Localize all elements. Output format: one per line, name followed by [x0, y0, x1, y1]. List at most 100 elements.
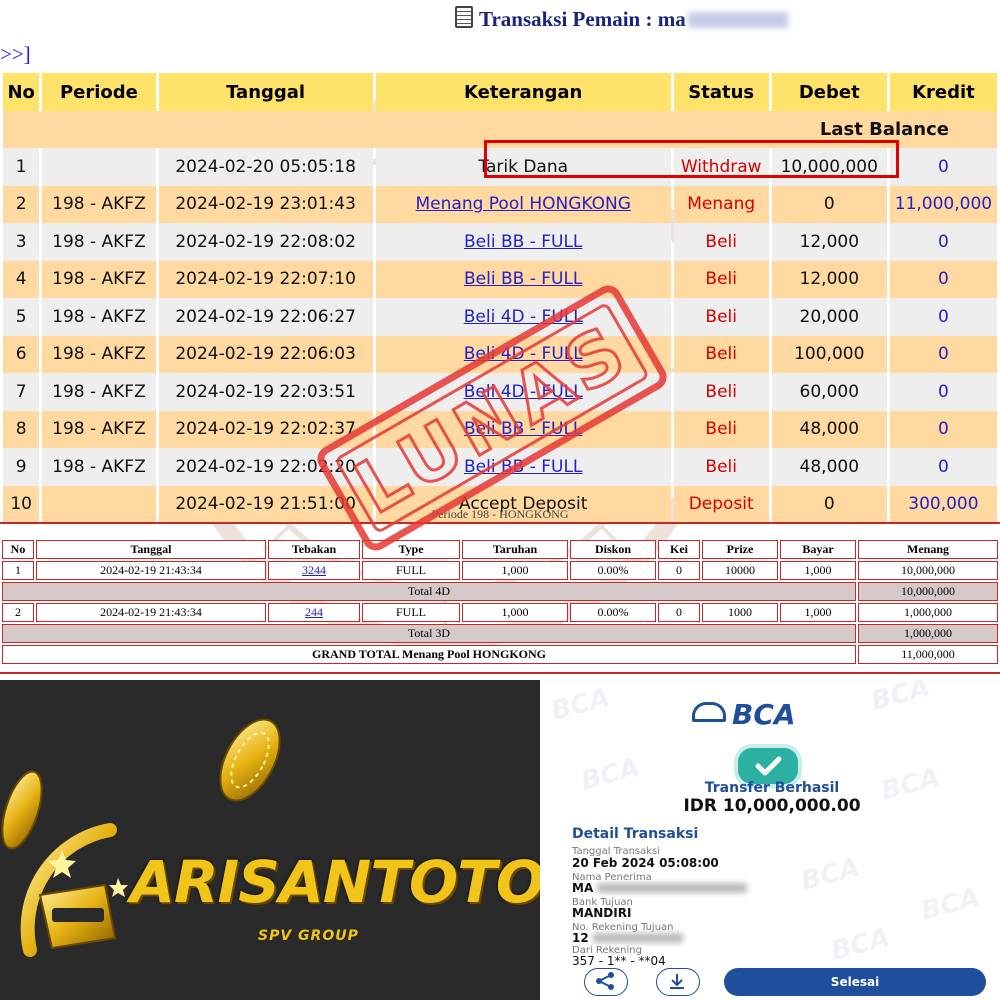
- transaction-cell-kredit: 0: [889, 148, 997, 186]
- transaction-description-link[interactable]: Beli 4D - FULL: [464, 307, 583, 327]
- transaction-cell-status: Menang: [673, 185, 769, 223]
- transaction-cell-keterangan[interactable]: Beli BB - FULL: [375, 223, 671, 261]
- transaction-cell-periode: 198 - AKFZ: [42, 298, 156, 336]
- col-status: Status: [673, 73, 769, 111]
- detail-cell-menang: 10,000,000: [858, 561, 998, 580]
- date-value: 20 Feb 2024 05:08:00: [572, 856, 719, 870]
- transaction-cell-periode: 198 - AKFZ: [42, 335, 156, 373]
- transaction-cell-keterangan[interactable]: Beli BB - FULL: [375, 448, 671, 486]
- detail-cell-kei: 0: [658, 561, 700, 580]
- transaction-cell-kredit: 0: [889, 298, 997, 336]
- transaction-cell-kredit: 0: [889, 335, 997, 373]
- transaction-description-link[interactable]: Beli BB - FULL: [464, 269, 582, 289]
- recipient-value: MA: [572, 881, 594, 895]
- detail-cell-type: FULL: [362, 561, 460, 580]
- detail-cell-tebakan[interactable]: 244: [268, 603, 360, 622]
- transaction-cell-keterangan[interactable]: Beli 4D - FULL: [375, 373, 671, 411]
- detail-col-tanggal: Tanggal: [36, 540, 266, 559]
- transfer-status: Transfer Berhasil: [704, 780, 840, 796]
- transaction-cell-periode: 198 - AKFZ: [42, 410, 156, 448]
- transaction-cell-keterangan[interactable]: Menang Pool HONGKONG: [375, 185, 671, 223]
- transaction-cell-keterangan[interactable]: Beli 4D - FULL: [375, 298, 671, 336]
- transaction-cell-no: 1: [3, 148, 40, 186]
- transaction-row: 9 198 - AKFZ 2024-02-19 22:02:20 Beli BB - …: [3, 448, 997, 486]
- transaction-cell-tanggal: 2024-02-19 22:02:20: [158, 448, 373, 486]
- transaction-row: 2 198 - AKFZ 2024-02-19 23:01:43 Menang Poo…: [3, 185, 997, 223]
- transaction-cell-no: 4: [3, 260, 40, 298]
- transaction-description-link[interactable]: Menang Pool HONGKONG: [416, 194, 631, 214]
- detail-cell-no: 1: [2, 561, 34, 580]
- transaction-cell-kredit: 0: [889, 260, 997, 298]
- transaction-cell-debet: 60,000: [771, 373, 887, 411]
- detail-cell-tanggal: 2024-02-19 21:43:34: [36, 561, 266, 580]
- col-tanggal: Tanggal: [158, 73, 373, 111]
- detail-col-bayar: Bayar: [780, 540, 856, 559]
- transaction-description-link[interactable]: Beli 4D - FULL: [464, 382, 583, 402]
- transaction-description-link[interactable]: Beli 4D - FULL: [464, 344, 583, 364]
- detail-col-type: Type: [362, 540, 460, 559]
- detail-total-row: Total 3D 1,000,000: [2, 624, 998, 643]
- transaction-cell-status: Withdraw: [673, 148, 769, 186]
- transaction-description-link[interactable]: Beli BB - FULL: [464, 457, 582, 477]
- col-keterangan: Keterangan: [375, 73, 671, 111]
- page-title: Transaksi Pemain : ma: [455, 6, 788, 32]
- detail-cell-tanggal: 2024-02-19 21:43:34: [36, 603, 266, 622]
- col-kredit: Kredit: [889, 73, 997, 111]
- transaction-cell-kredit: 0: [889, 223, 997, 261]
- detail-total-label: Total 3D: [2, 624, 856, 643]
- svg-text:BCA: BCA: [828, 923, 893, 967]
- bank-receipt-panel: BCA BCA BCA BCA BCA BCA BCA BCA Transfer…: [544, 680, 1000, 1000]
- recipient-value-wrap: MA: [572, 881, 748, 895]
- transaction-cell-tanggal: 2024-02-19 22:06:27: [158, 298, 373, 336]
- guess-number-link[interactable]: 244: [305, 605, 323, 619]
- download-button[interactable]: [656, 968, 700, 996]
- transaction-cell-tanggal: 2024-02-19 22:03:51: [158, 373, 373, 411]
- detail-col-menang: Menang: [858, 540, 998, 559]
- svg-text:BCA: BCA: [868, 680, 933, 717]
- period-caption: Periode 198 - HONGKONG: [431, 507, 569, 521]
- transaction-cell-periode: 198 - AKFZ: [42, 185, 156, 223]
- done-button[interactable]: Selesai: [724, 968, 986, 996]
- detail-cell-diskon: 0.00%: [570, 603, 656, 622]
- svg-text:BCA: BCA: [798, 853, 863, 897]
- transaction-panel: Transaksi Pemain : ma >>] No Periode Tan…: [0, 0, 1000, 680]
- detail-col-taruhan: Taruhan: [462, 540, 568, 559]
- next-page-link[interactable]: >>]: [0, 42, 31, 67]
- brand-name: ARISANTOTO: [130, 848, 540, 916]
- transaction-description-link[interactable]: Beli BB - FULL: [464, 232, 582, 252]
- transaction-row: 4 198 - AKFZ 2024-02-19 22:07:10 Beli BB - …: [3, 260, 997, 298]
- bank-value: MANDIRI: [572, 906, 632, 920]
- share-button[interactable]: [584, 968, 628, 996]
- transfer-amount: IDR 10,000,000.00: [683, 796, 861, 816]
- detail-col-kei: Kei: [658, 540, 700, 559]
- guess-number-link[interactable]: 3244: [302, 563, 326, 577]
- transaction-cell-keterangan: Tarik Dana: [375, 148, 671, 186]
- detail-col-prize: Prize: [702, 540, 778, 559]
- recipient-blur: [597, 883, 748, 893]
- transaction-cell-status: Beli: [673, 298, 769, 336]
- transaction-cell-debet: 12,000: [771, 223, 887, 261]
- transaction-header-row: No Periode Tanggal Keterangan Status Deb…: [3, 73, 997, 111]
- svg-text:BCA: BCA: [918, 883, 983, 927]
- brand-logo-panel: ARISANTOTO SPV GROUP: [0, 680, 540, 1000]
- share-icon: [596, 972, 614, 990]
- transaction-cell-no: 8: [3, 410, 40, 448]
- detail-panel: No Tanggal Tebakan Type Taruhan Diskon K…: [0, 522, 1000, 674]
- download-icon: [670, 974, 684, 989]
- detail-cell-diskon: 0.00%: [570, 561, 656, 580]
- transaction-cell-keterangan[interactable]: Beli 4D - FULL: [375, 335, 671, 373]
- transaction-cell-debet: 48,000: [771, 448, 887, 486]
- svg-text:BCA: BCA: [548, 683, 613, 727]
- transaction-description-link[interactable]: Beli BB - FULL: [464, 419, 582, 439]
- transaction-cell-keterangan[interactable]: Beli BB - FULL: [375, 410, 671, 448]
- transaction-cell-tanggal: 2024-02-19 22:07:10: [158, 260, 373, 298]
- page-title-text: Transaksi Pemain : ma: [479, 7, 686, 31]
- detail-cell-tebakan[interactable]: 3244: [268, 561, 360, 580]
- account-value-wrap: 12: [572, 931, 683, 945]
- document-icon: [455, 6, 473, 28]
- transaction-cell-periode: [42, 148, 156, 186]
- coin-icon: [1, 770, 43, 850]
- transaction-cell-status: Beli: [673, 223, 769, 261]
- logo-artwork: [1, 718, 281, 957]
- transaction-cell-keterangan[interactable]: Beli BB - FULL: [375, 260, 671, 298]
